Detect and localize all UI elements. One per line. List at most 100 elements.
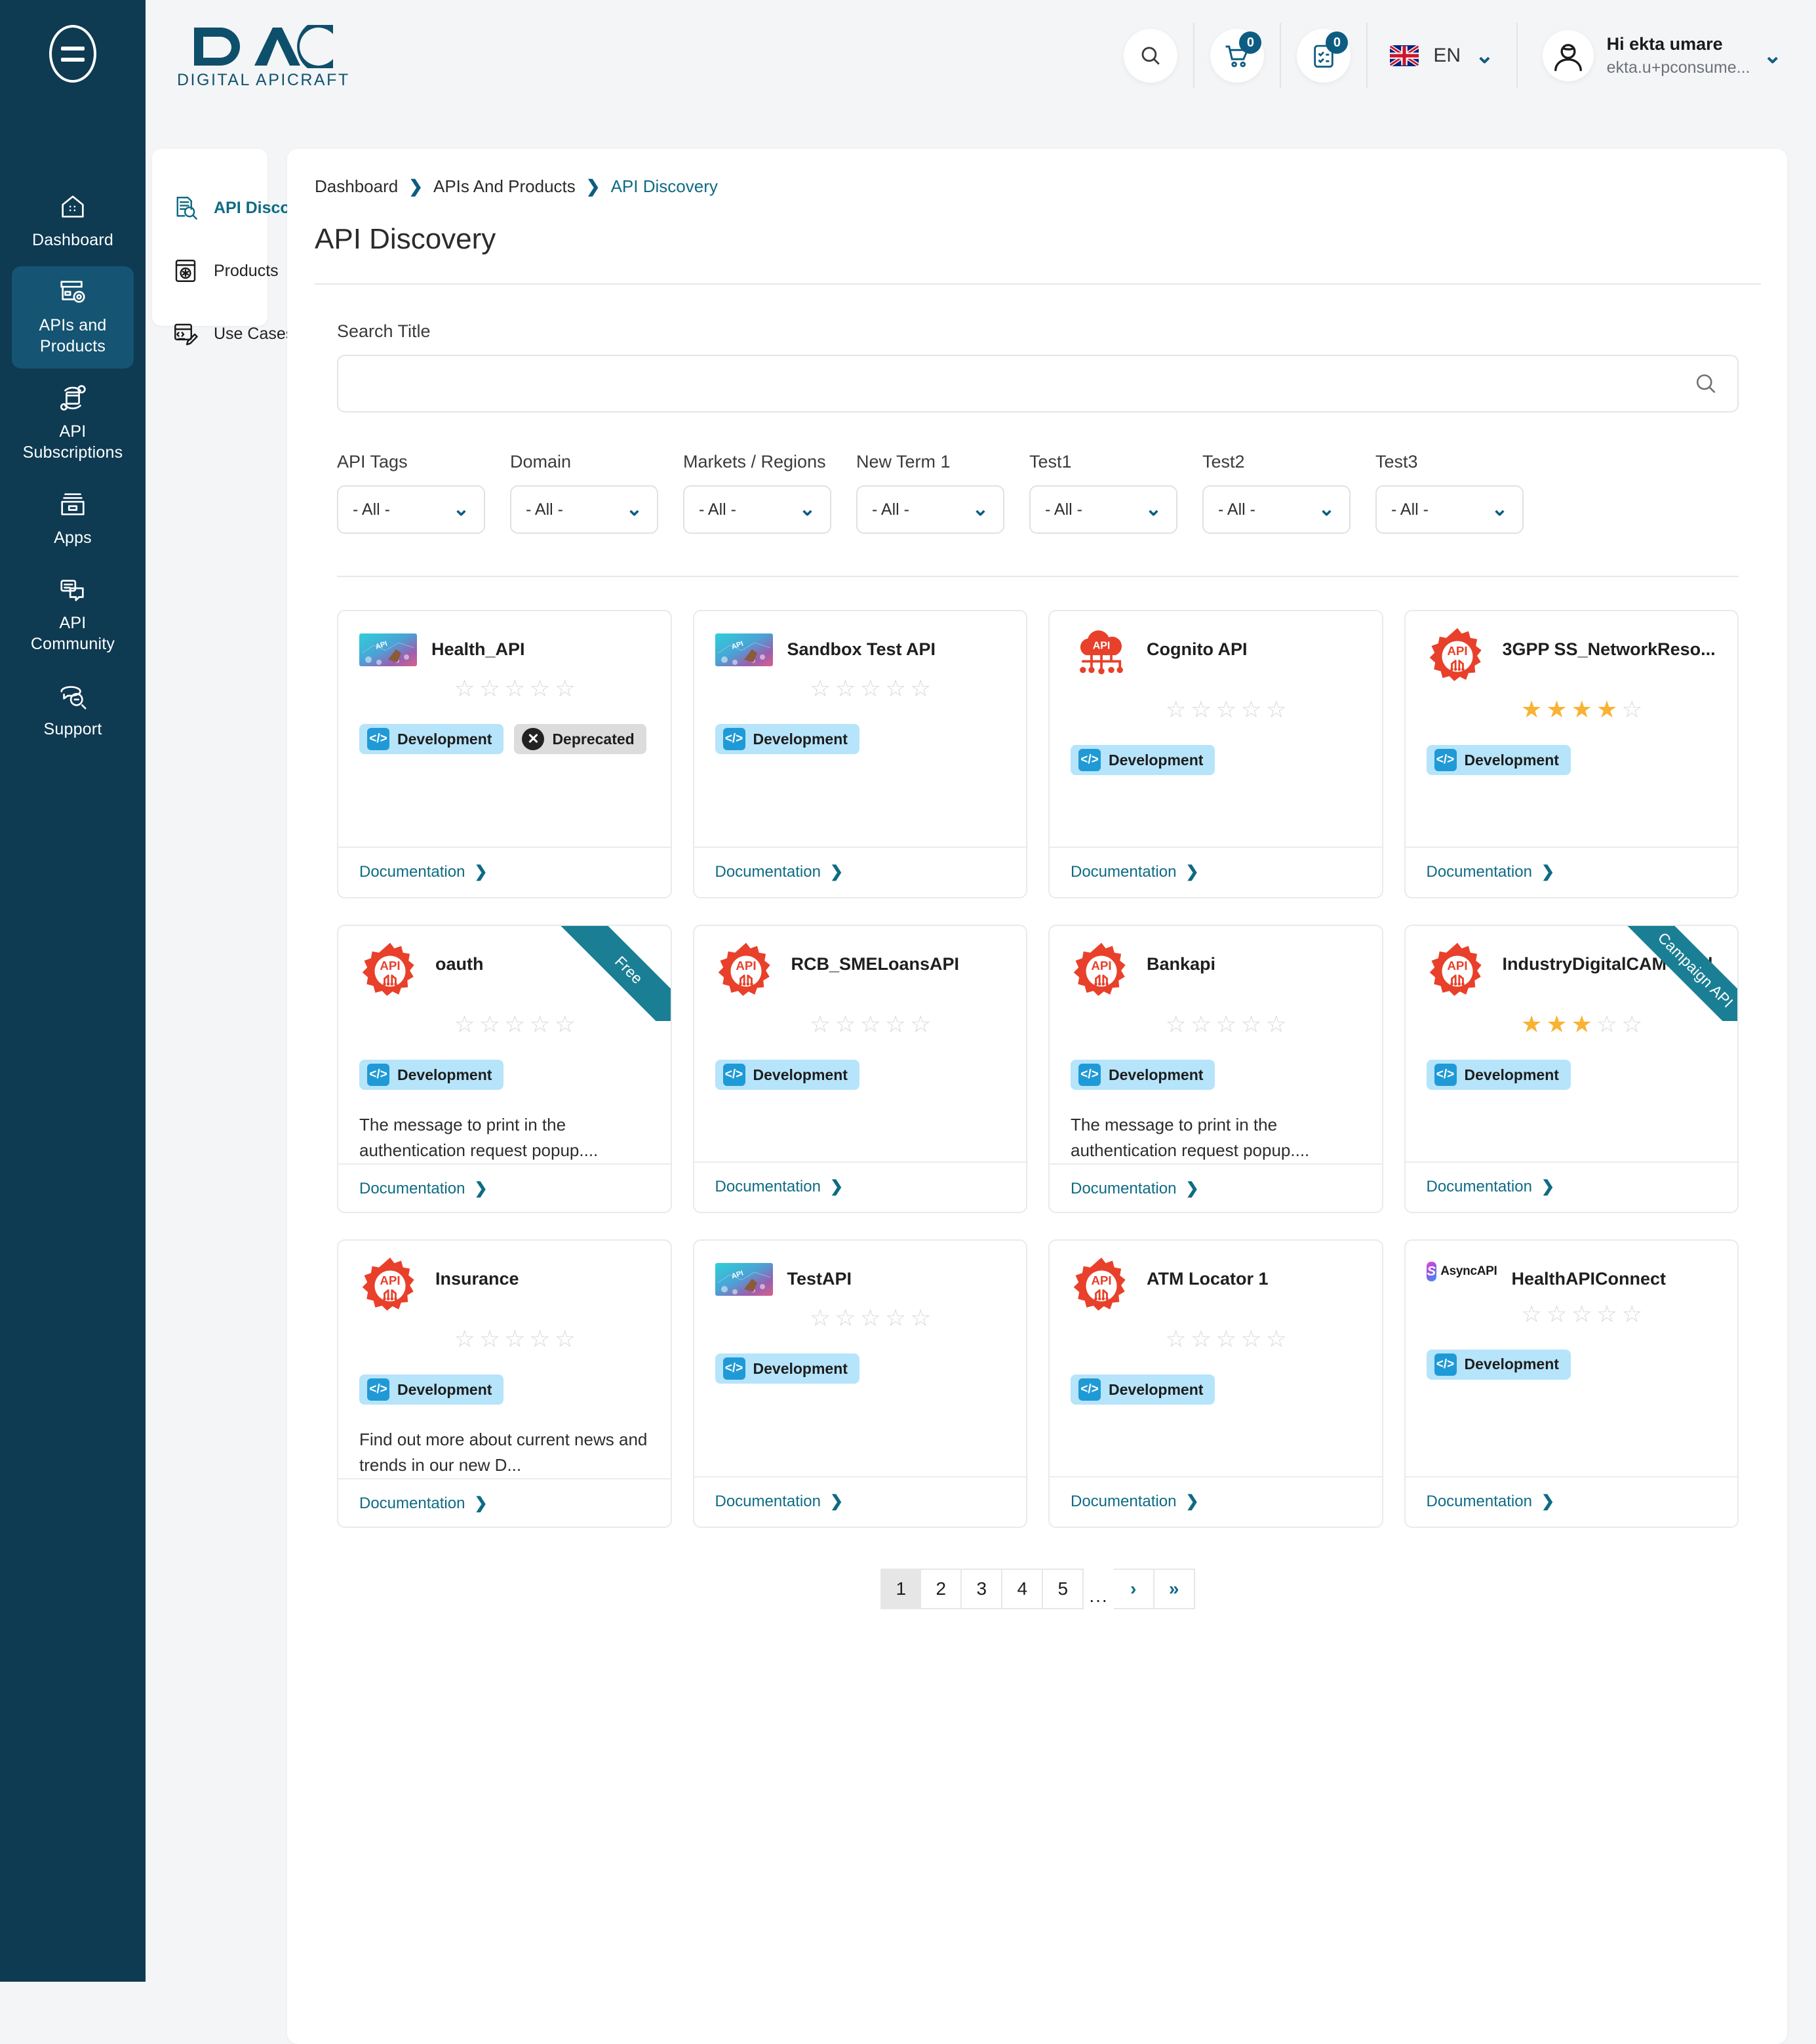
- star-icon[interactable]: ☆: [1240, 698, 1261, 721]
- user-menu[interactable]: Hi ekta umare ekta.u+pconsume... ⌄: [1533, 30, 1782, 81]
- documentation-link[interactable]: Documentation ❯: [715, 862, 844, 881]
- star-icon[interactable]: ☆: [1240, 1327, 1261, 1351]
- star-icon[interactable]: ☆: [1191, 1327, 1212, 1351]
- filter-select[interactable]: - All - ⌄: [1375, 485, 1524, 534]
- star-icon[interactable]: ☆: [910, 1012, 931, 1036]
- rating-stars[interactable]: ☆ ☆ ☆ ☆ ☆: [1448, 1302, 1717, 1326]
- star-icon[interactable]: ☆: [835, 1306, 856, 1330]
- star-icon[interactable]: ☆: [479, 1012, 500, 1036]
- api-card[interactable]: S AsyncAPI HealthAPIConnect ☆ ☆ ☆ ☆ ☆ </> Develop…: [1404, 1239, 1739, 1528]
- star-icon[interactable]: ☆: [1215, 698, 1236, 721]
- api-card[interactable]: API Sandbox Test API ☆ ☆ ☆ ☆ ☆ </> Development Do…: [692, 610, 1027, 898]
- rating-stars[interactable]: ☆ ☆ ☆ ☆ ☆: [380, 1327, 650, 1351]
- api-card[interactable]: API RCB_SMELoansAPI ☆ ☆ ☆ ☆ ☆ </> Development Doc…: [692, 925, 1027, 1213]
- star-icon[interactable]: ☆: [1266, 698, 1287, 721]
- star-icon[interactable]: ☆: [1596, 1302, 1617, 1326]
- star-icon[interactable]: ☆: [1621, 1302, 1642, 1326]
- star-icon[interactable]: ☆: [860, 677, 881, 700]
- documentation-link[interactable]: Documentation ❯: [715, 1177, 844, 1196]
- star-icon[interactable]: ☆: [835, 677, 856, 700]
- star-icon[interactable]: ☆: [1546, 1302, 1567, 1326]
- star-icon[interactable]: ☆: [454, 1012, 475, 1036]
- star-icon[interactable]: ☆: [479, 1327, 500, 1351]
- star-icon[interactable]: ☆: [529, 1327, 550, 1351]
- star-icon[interactable]: ☆: [555, 1327, 576, 1351]
- cart-button[interactable]: 0: [1210, 29, 1265, 83]
- subnav-item-products[interactable]: Products: [152, 239, 279, 302]
- filter-select[interactable]: - All - ⌄: [1029, 485, 1177, 534]
- star-icon[interactable]: ☆: [1166, 1012, 1187, 1036]
- star-icon[interactable]: ☆: [885, 1306, 906, 1330]
- search-icon[interactable]: [1694, 372, 1718, 395]
- documentation-link[interactable]: Documentation ❯: [1427, 1177, 1555, 1196]
- search-input-wrapper[interactable]: [337, 355, 1739, 412]
- filter-select[interactable]: - All - ⌄: [510, 485, 658, 534]
- star-icon[interactable]: ★: [1571, 1012, 1592, 1036]
- star-icon[interactable]: ☆: [1621, 698, 1642, 721]
- api-card[interactable]: API 3GPP SS_NetworkReso... ★ ★ ★ ★ ☆ </> Develop…: [1404, 610, 1739, 898]
- star-icon[interactable]: ☆: [835, 1012, 856, 1036]
- api-card[interactable]: API Insurance ☆ ☆ ☆ ☆ ☆ </> Development Find out …: [337, 1239, 672, 1528]
- documentation-link[interactable]: Documentation ❯: [1071, 1179, 1199, 1198]
- star-icon[interactable]: ☆: [860, 1306, 881, 1330]
- star-icon[interactable]: ☆: [1166, 698, 1187, 721]
- page-button[interactable]: 3: [962, 1569, 1003, 1609]
- subnav-item-api-discovery[interactable]: API Discovery: [152, 176, 324, 239]
- star-icon[interactable]: ☆: [555, 1012, 576, 1036]
- filter-select[interactable]: - All - ⌄: [683, 485, 831, 534]
- filter-select[interactable]: - All - ⌄: [337, 485, 485, 534]
- star-icon[interactable]: ☆: [885, 1012, 906, 1036]
- documentation-link[interactable]: Documentation ❯: [1427, 1492, 1555, 1511]
- star-icon[interactable]: ☆: [529, 677, 550, 700]
- star-icon[interactable]: ☆: [479, 677, 500, 700]
- documentation-link[interactable]: Documentation ❯: [715, 1492, 844, 1511]
- brand-logo[interactable]: DIGITAL APICRAFT: [177, 25, 350, 90]
- rating-stars[interactable]: ☆ ☆ ☆ ☆ ☆: [1092, 1327, 1361, 1351]
- star-icon[interactable]: ☆: [1191, 1012, 1212, 1036]
- api-card[interactable]: API TestAPI ☆ ☆ ☆ ☆ ☆ </> Development Documentati…: [692, 1239, 1027, 1528]
- documentation-link[interactable]: Documentation ❯: [1071, 1492, 1199, 1511]
- tasks-button[interactable]: 0: [1297, 29, 1351, 83]
- star-icon[interactable]: ☆: [1596, 1012, 1617, 1036]
- rating-stars[interactable]: ☆ ☆ ☆ ☆ ☆: [736, 1012, 1006, 1036]
- filter-select[interactable]: - All - ⌄: [1202, 485, 1351, 534]
- star-icon[interactable]: ☆: [1521, 1302, 1542, 1326]
- star-icon[interactable]: ☆: [1266, 1012, 1287, 1036]
- star-icon[interactable]: ☆: [1571, 1302, 1592, 1326]
- star-icon[interactable]: ☆: [529, 1012, 550, 1036]
- sidebar-item-apps[interactable]: Apps: [12, 479, 134, 560]
- star-icon[interactable]: ☆: [910, 1306, 931, 1330]
- next-page-button[interactable]: ›: [1113, 1569, 1155, 1609]
- api-card[interactable]: API Health_API ☆ ☆ ☆ ☆ ☆ </> Development ✕ Depreca…: [337, 610, 672, 898]
- star-icon[interactable]: ☆: [504, 1327, 525, 1351]
- star-icon[interactable]: ☆: [1215, 1012, 1236, 1036]
- star-icon[interactable]: ★: [1521, 1012, 1542, 1036]
- star-icon[interactable]: ★: [1546, 1012, 1567, 1036]
- subnav-item-use-cases[interactable]: Use Cases: [152, 302, 294, 365]
- rating-stars[interactable]: ☆ ☆ ☆ ☆ ☆: [380, 1012, 650, 1036]
- documentation-link[interactable]: Documentation ❯: [359, 862, 488, 881]
- page-button[interactable]: 4: [1002, 1569, 1044, 1609]
- api-card[interactable]: Campaign API API IndustryDigitalCAM-Gold ★ ★…: [1404, 925, 1739, 1213]
- star-icon[interactable]: ★: [1546, 698, 1567, 721]
- star-icon[interactable]: ☆: [504, 677, 525, 700]
- star-icon[interactable]: ☆: [1215, 1327, 1236, 1351]
- star-icon[interactable]: ☆: [1266, 1327, 1287, 1351]
- language-selector[interactable]: EN ⌄: [1383, 45, 1500, 67]
- sidebar-item-dashboard[interactable]: Dashboard: [12, 181, 134, 262]
- api-card[interactable]: Free API oauth ☆ ☆ ☆ ☆ ☆ </> Development The messa…: [337, 925, 672, 1213]
- page-button[interactable]: 1: [880, 1569, 922, 1609]
- documentation-link[interactable]: Documentation ❯: [1071, 862, 1199, 881]
- rating-stars[interactable]: ★ ★ ★ ★ ☆: [1448, 698, 1717, 721]
- rating-stars[interactable]: ☆ ☆ ☆ ☆ ☆: [1092, 1012, 1361, 1036]
- star-icon[interactable]: ☆: [1240, 1012, 1261, 1036]
- star-icon[interactable]: ☆: [885, 677, 906, 700]
- page-button[interactable]: 2: [921, 1569, 962, 1609]
- api-card[interactable]: API ATM Locator 1 ☆ ☆ ☆ ☆ ☆ </> Development Docum…: [1048, 1239, 1383, 1528]
- rating-stars[interactable]: ★ ★ ★ ☆ ☆: [1448, 1012, 1717, 1036]
- rating-stars[interactable]: ☆ ☆ ☆ ☆ ☆: [1092, 698, 1361, 721]
- search-input[interactable]: [358, 373, 1694, 394]
- star-icon[interactable]: ☆: [555, 677, 576, 700]
- page-button[interactable]: 5: [1043, 1569, 1084, 1609]
- star-icon[interactable]: ☆: [1191, 698, 1212, 721]
